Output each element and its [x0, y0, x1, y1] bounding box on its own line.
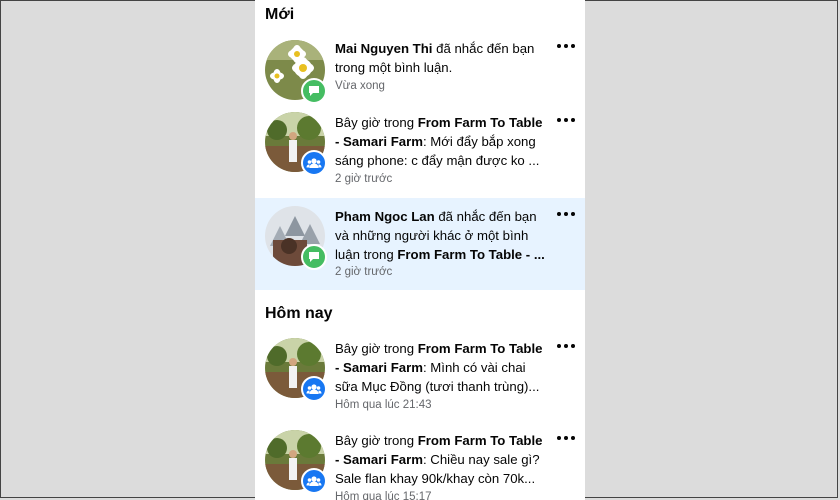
notification-message: : Mới đẩy bắp xong [422, 134, 536, 149]
comment-icon [301, 78, 327, 104]
group-icon [301, 376, 327, 402]
notification-prefix: Bây giờ trong [335, 433, 418, 448]
group-icon [301, 468, 327, 494]
notification-text: Bây giờ trong From Farm To Table - Samar… [335, 113, 545, 170]
group-icon [301, 150, 327, 176]
notification-time: Vừa xong [335, 80, 385, 92]
group-name-cont: - Samari Farm [335, 134, 423, 149]
group-name: From Farm To Table [417, 115, 543, 130]
more-options-icon[interactable] [557, 42, 575, 50]
notification-message-line2: và những người khác ở một bình [335, 228, 529, 243]
notification-text: Bây giờ trong From Farm To Table - Samar… [335, 431, 545, 488]
notification-prefix: Bây giờ trong [335, 115, 418, 130]
notification-text: Bây giờ trong From Farm To Table - Samar… [335, 339, 545, 396]
actor-name: Mai Nguyen Thi [335, 41, 433, 56]
notification-message: : Chiều nay sale gì? [422, 452, 540, 467]
group-name: From Farm To Table [417, 341, 543, 356]
avatar [265, 338, 327, 402]
notification-item[interactable]: Bây giờ trong From Farm To Table - Samar… [255, 422, 585, 500]
notification-prefix: Bây giờ trong [335, 341, 418, 356]
avatar [265, 430, 327, 494]
more-options-icon[interactable] [557, 434, 575, 442]
notification-text: Pham Ngoc Lan đã nhắc đến bạn và những n… [335, 207, 545, 264]
comment-icon [301, 244, 327, 270]
more-options-icon[interactable] [557, 116, 575, 124]
notification-message-line3: sáng phone: c đẩy mận được ko ... [335, 153, 540, 168]
group-name: From Farm To Table - ... [397, 247, 545, 262]
actor-name: Pham Ngoc Lan [335, 209, 435, 224]
notification-message-line2: trong một bình luận. [335, 60, 453, 75]
notification-item[interactable]: Bây giờ trong From Farm To Table - Samar… [255, 104, 585, 196]
notification-message-line3: luận trong [335, 247, 398, 262]
avatar [265, 206, 327, 270]
notifications-panel: Mới Mai Nguyen Thi đã nhắc đến bạn trong… [255, 0, 585, 500]
more-options-icon[interactable] [557, 210, 575, 218]
section-title-today: Hôm nay [265, 305, 333, 322]
notification-message: đã nhắc đến bạn [432, 41, 535, 56]
avatar [265, 40, 327, 104]
notification-time: Hôm qua lúc 21:43 [335, 399, 432, 411]
more-options-icon[interactable] [557, 342, 575, 350]
notification-item[interactable]: Bây giờ trong From Farm To Table - Samar… [255, 330, 585, 422]
section-title-new: Mới [265, 6, 295, 23]
notification-message-line3: Sale flan khay 90k/khay còn 70k... [335, 471, 536, 486]
notification-message: : Mình có vài chai [422, 360, 526, 375]
notification-message-line3: sữa Mục Đồng (tươi thanh trùng)... [335, 379, 540, 394]
avatar [265, 112, 327, 176]
group-name-cont: - Samari Farm [335, 360, 423, 375]
notification-time: 2 giờ trước [335, 266, 393, 278]
notification-text: Mai Nguyen Thi đã nhắc đến bạn trong một… [335, 39, 545, 77]
notification-item[interactable]: Pham Ngoc Lan đã nhắc đến bạn và những n… [255, 198, 585, 290]
group-name: From Farm To Table [417, 433, 543, 448]
notification-time: 2 giờ trước [335, 173, 393, 185]
group-name-cont: - Samari Farm [335, 452, 423, 467]
notification-message: đã nhắc đến bạn [434, 209, 537, 224]
notification-time: Hôm qua lúc 15:17 [335, 491, 432, 500]
